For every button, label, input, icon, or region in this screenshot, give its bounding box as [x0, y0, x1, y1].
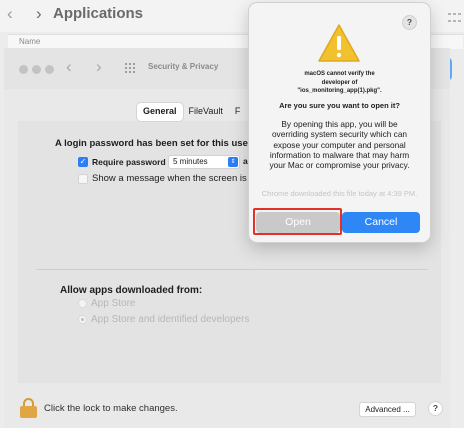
window-title: Security & Privacy	[148, 62, 219, 71]
select-arrows-icon: ⇕	[228, 157, 238, 167]
tab-firewall[interactable]: F	[229, 103, 247, 121]
dialog-body: By opening this app, you will be overrid…	[269, 119, 410, 171]
advanced-button[interactable]: Advanced ...	[359, 402, 416, 417]
column-name-label: Name	[19, 37, 41, 46]
show-message-checkbox[interactable]	[78, 173, 88, 184]
dialog-message-line: macOS cannot verify the	[304, 71, 375, 77]
section-divider	[36, 269, 428, 270]
after-sleep-text: a	[243, 156, 248, 166]
help-button[interactable]: ?	[428, 401, 443, 416]
dialog-question: Are you sure you want to open it?	[279, 101, 400, 110]
radio-label: App Store	[91, 298, 136, 309]
tab-bar: General FileVault F	[137, 103, 246, 121]
unverified-developer-dialog: ? macOS cannot verify the developer of "…	[249, 3, 430, 242]
minimize-window-button[interactable]	[32, 65, 41, 74]
radio-button[interactable]	[78, 299, 87, 308]
radio-label: App Store and identified developers	[91, 314, 250, 325]
lock-icon[interactable]	[20, 398, 37, 418]
radio-button[interactable]	[78, 315, 87, 324]
open-button-highlight	[253, 208, 342, 235]
forward-chevron-icon[interactable]: ›	[36, 4, 42, 24]
radio-app-store[interactable]: App Store	[78, 298, 135, 309]
download-note: Chrome downloaded this file today at 4:3…	[261, 189, 418, 198]
require-password-checkbox[interactable]: ✓	[78, 157, 88, 167]
radio-app-store-identified[interactable]: App Store and identified developers	[78, 314, 249, 325]
finder-title: Applications	[53, 5, 144, 22]
show-message-label: Show a message when the screen is	[92, 173, 247, 184]
tab-filevault[interactable]: FileVault	[183, 103, 229, 121]
delay-value: 5 minutes	[173, 157, 208, 166]
grid-view-icon[interactable]	[448, 13, 462, 25]
allow-apps-title: Allow apps downloaded from:	[60, 285, 203, 296]
require-password-label: Require password	[92, 157, 166, 167]
chevron-left-icon[interactable]: ‹	[66, 57, 72, 77]
zoom-window-button[interactable]	[45, 65, 54, 74]
dialog-message-line: "ios_monitoring_app(1).pkg".	[297, 88, 382, 94]
chevron-right-icon[interactable]: ›	[96, 57, 102, 77]
back-chevron-icon[interactable]: ‹	[7, 4, 13, 24]
require-password-delay-select[interactable]: 5 minutes ⇕	[168, 155, 240, 169]
require-password-row: ✓ Require password	[78, 156, 166, 168]
close-window-button[interactable]	[19, 65, 28, 74]
lock-hint-text: Click the lock to make changes.	[44, 403, 178, 414]
login-password-text: A login password has been set for this u…	[55, 138, 252, 149]
dialog-help-button[interactable]: ?	[402, 15, 417, 30]
show-all-grid-icon[interactable]	[125, 63, 137, 75]
dialog-message: macOS cannot verify the developer of "io…	[249, 70, 430, 96]
show-message-row: Show a message when the screen is	[78, 173, 247, 184]
cancel-button[interactable]: Cancel	[342, 212, 420, 233]
warning-icon	[318, 24, 360, 62]
dialog-message-line: developer of	[321, 79, 358, 86]
tab-general[interactable]: General	[137, 103, 183, 121]
